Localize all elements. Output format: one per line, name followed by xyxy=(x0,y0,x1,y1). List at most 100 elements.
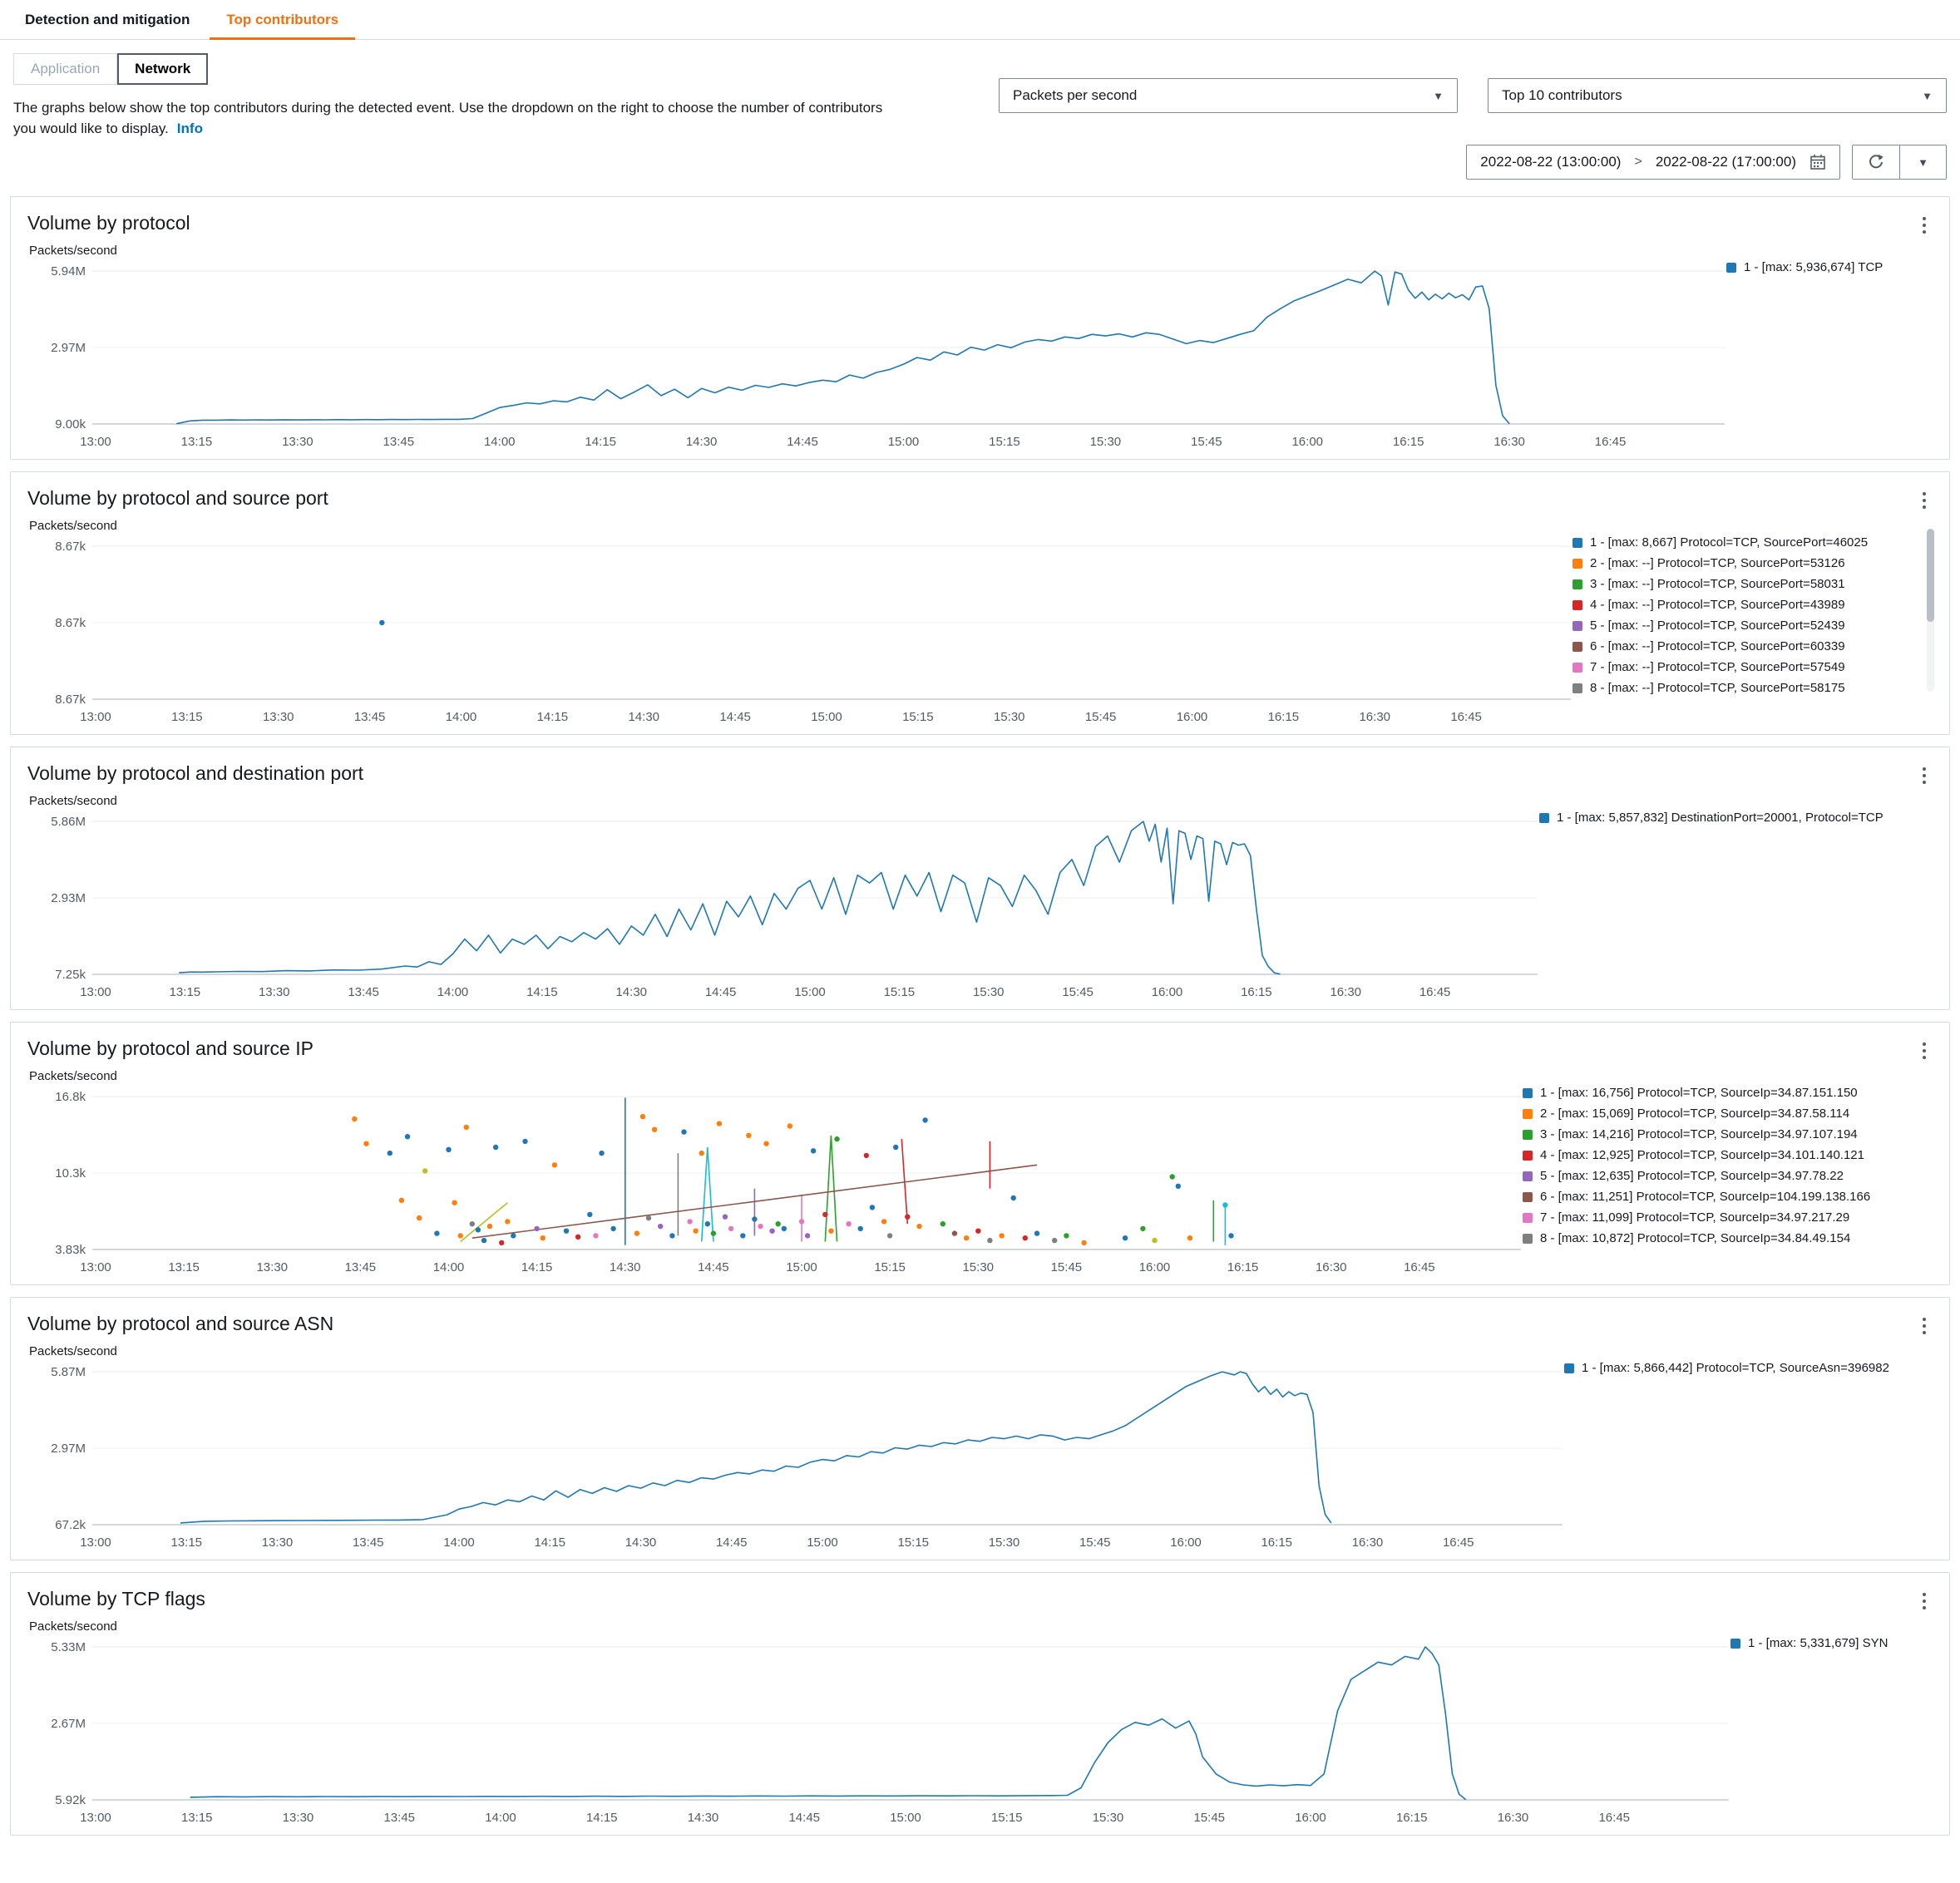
legend-color-swatch xyxy=(1572,599,1582,610)
tab-detection-and-mitigation[interactable]: Detection and mitigation xyxy=(7,0,208,39)
description-text: The graphs below show the top contributo… xyxy=(13,98,895,139)
legend-color-swatch xyxy=(1564,1363,1574,1373)
application-network-segmented-control: Application Network xyxy=(13,53,209,85)
svg-text:14:30: 14:30 xyxy=(686,435,718,449)
legend-item[interactable]: 1 - [max: 16,756] Protocol=TCP, SourceIp… xyxy=(1523,1082,1934,1103)
legend-item[interactable]: 7 - [max: --] Protocol=TCP, SourcePort=5… xyxy=(1572,657,1934,678)
legend-item[interactable]: 6 - [max: 11,251] Protocol=TCP, SourceIp… xyxy=(1523,1186,1934,1207)
legend-item[interactable]: 1 - [max: 5,331,679] SYN xyxy=(1730,1633,1934,1654)
svg-text:14:30: 14:30 xyxy=(625,1535,657,1550)
legend-item[interactable]: 1 - [max: 5,936,674] TCP xyxy=(1726,257,1934,278)
kebab-menu-icon[interactable] xyxy=(1914,1036,1934,1066)
legend-item[interactable]: 8 - [max: --] Protocol=TCP, SourcePort=5… xyxy=(1572,678,1934,698)
legend-color-swatch xyxy=(1523,1212,1533,1223)
legend-item[interactable]: 8 - [max: 10,872] Protocol=TCP, SourceIp… xyxy=(1523,1228,1934,1249)
chart-legend: 1 - [max: 5,866,442] Protocol=TCP, Sourc… xyxy=(1564,1344,1934,1553)
svg-text:14:00: 14:00 xyxy=(433,1260,465,1274)
svg-text:10.3k: 10.3k xyxy=(55,1166,86,1181)
legend-item[interactable]: 5 - [max: --] Protocol=TCP, SourcePort=5… xyxy=(1572,615,1934,636)
chart-canvas[interactable]: 5.33M 2.67M 5.92k 13:00 13:15 13:30 13:45 14:00… xyxy=(26,1635,1730,1828)
svg-text:15:00: 15:00 xyxy=(890,1811,921,1825)
legend-item[interactable]: 1 - [max: 5,866,442] Protocol=TCP, Sourc… xyxy=(1564,1358,1934,1378)
date-range-picker[interactable]: 2022-08-22 (13:00:00) > 2022-08-22 (17:0… xyxy=(1466,145,1840,180)
svg-text:16:00: 16:00 xyxy=(1291,435,1323,449)
legend-label: 4 - [max: --] Protocol=TCP, SourcePort=4… xyxy=(1590,598,1845,612)
svg-text:13:15: 13:15 xyxy=(181,1811,213,1825)
legend-item[interactable]: 3 - [max: --] Protocol=TCP, SourcePort=5… xyxy=(1572,574,1934,594)
legend-label: 7 - [max: 11,099] Protocol=TCP, SourceIp… xyxy=(1540,1210,1850,1225)
refresh-button[interactable] xyxy=(1853,145,1899,179)
svg-text:16:45: 16:45 xyxy=(1595,435,1627,449)
legend-item[interactable]: 2 - [max: 15,069] Protocol=TCP, SourceIp… xyxy=(1523,1103,1934,1124)
svg-text:13:30: 13:30 xyxy=(283,1811,314,1825)
svg-text:14:00: 14:00 xyxy=(484,435,516,449)
svg-text:14:00: 14:00 xyxy=(437,985,469,999)
legend-item[interactable]: 3 - [max: 14,216] Protocol=TCP, SourceIp… xyxy=(1523,1124,1934,1145)
legend-item[interactable]: 7 - [max: 11,099] Protocol=TCP, SourceIp… xyxy=(1523,1207,1934,1228)
legend-item[interactable]: 2 - [max: --] Protocol=TCP, SourcePort=5… xyxy=(1572,553,1934,574)
chart-canvas[interactable]: 5.87M 2.97M 67.2k 13:00 13:15 13:30 13:45 14:00… xyxy=(26,1360,1564,1553)
application-toggle-button[interactable]: Application xyxy=(13,53,118,85)
metric-dropdown[interactable]: Packets per second ▼ xyxy=(999,78,1458,113)
chevron-down-icon: ▼ xyxy=(1433,89,1444,102)
tab-top-contributors[interactable]: Top contributors xyxy=(208,0,357,40)
panel-volume-by-protocol: Volume by protocol Packets/second 5.94M 2… xyxy=(10,196,1950,460)
contributor-count-value: Top 10 contributors xyxy=(1502,87,1622,103)
legend-label: 3 - [max: 14,216] Protocol=TCP, SourceIp… xyxy=(1540,1127,1858,1141)
kebab-menu-icon[interactable] xyxy=(1914,761,1934,791)
svg-text:14:45: 14:45 xyxy=(698,1260,729,1274)
chart-canvas[interactable]: 8.67k 8.67k 8.67k 13:00 13:15 13:30 13:45 14:00… xyxy=(26,535,1572,727)
svg-text:14:30: 14:30 xyxy=(688,1811,719,1825)
svg-text:2.67M: 2.67M xyxy=(51,1717,86,1731)
svg-text:13:00: 13:00 xyxy=(80,1260,111,1274)
refresh-icon xyxy=(1869,154,1883,169)
legend-label: 1 - [max: 8,667] Protocol=TCP, SourcePor… xyxy=(1590,535,1869,550)
svg-text:14:00: 14:00 xyxy=(446,710,477,724)
legend-label: 5 - [max: --] Protocol=TCP, SourcePort=5… xyxy=(1590,619,1845,633)
svg-text:16:30: 16:30 xyxy=(1330,985,1361,999)
contributor-count-dropdown[interactable]: Top 10 contributors ▼ xyxy=(1488,78,1947,113)
svg-text:14:45: 14:45 xyxy=(719,710,751,724)
svg-text:15:15: 15:15 xyxy=(902,710,934,724)
legend-item[interactable]: 6 - [max: --] Protocol=TCP, SourcePort=6… xyxy=(1572,636,1934,657)
tab-bar: Detection and mitigation Top contributor… xyxy=(0,0,1960,40)
kebab-menu-icon[interactable] xyxy=(1914,1586,1934,1616)
svg-text:14:30: 14:30 xyxy=(615,985,647,999)
svg-text:5.87M: 5.87M xyxy=(51,1365,86,1379)
kebab-menu-icon[interactable] xyxy=(1914,1311,1934,1341)
network-toggle-button[interactable]: Network xyxy=(117,53,209,85)
svg-text:2.93M: 2.93M xyxy=(51,891,86,905)
svg-text:8.67k: 8.67k xyxy=(55,616,86,630)
legend-item[interactable]: 1 - [max: 5,857,832] DestinationPort=200… xyxy=(1539,807,1934,828)
svg-text:14:30: 14:30 xyxy=(628,710,659,724)
svg-text:14:00: 14:00 xyxy=(443,1535,475,1550)
kebab-menu-icon[interactable] xyxy=(1914,210,1934,240)
svg-text:13:15: 13:15 xyxy=(171,710,203,724)
legend-color-swatch xyxy=(1539,812,1549,823)
legend-item[interactable]: 5 - [max: 12,635] Protocol=TCP, SourceIp… xyxy=(1523,1166,1934,1186)
date-range-start: 2022-08-22 (13:00:00) xyxy=(1480,154,1622,170)
panel-volume-by-tcp-flags: Volume by TCP flags Packets/second 5.33M… xyxy=(10,1572,1950,1836)
legend-scrollbar[interactable] xyxy=(1927,529,1934,692)
legend-item[interactable]: 4 - [max: 12,925] Protocol=TCP, SourceIp… xyxy=(1523,1145,1934,1166)
svg-text:13:00: 13:00 xyxy=(80,435,111,449)
legend-item[interactable]: 1 - [max: 8,667] Protocol=TCP, SourcePor… xyxy=(1572,532,1934,553)
calendar-icon xyxy=(1810,155,1825,170)
chart-canvas[interactable]: 5.86M 2.93M 7.25k 13:00 13:15 13:30 13:45 14:00… xyxy=(26,810,1539,1003)
svg-text:16:15: 16:15 xyxy=(1268,710,1300,724)
chart-canvas[interactable]: 16.8k 10.3k 3.83k 13:00 13:15 13:30 13:45 14:00… xyxy=(26,1085,1523,1278)
refresh-options-button[interactable]: ▼ xyxy=(1899,145,1946,179)
svg-text:5.86M: 5.86M xyxy=(51,815,86,829)
svg-text:16:00: 16:00 xyxy=(1170,1535,1202,1550)
panel-title: Volume by protocol xyxy=(27,212,190,234)
chart-canvas[interactable]: 5.94M 2.97M 9.00k 13:00 13:15 13:30 13:45 14:00… xyxy=(26,259,1726,452)
info-link[interactable]: Info xyxy=(177,121,203,136)
panel-title: Volume by protocol and source ASN xyxy=(27,1313,334,1334)
legend-label: 7 - [max: --] Protocol=TCP, SourcePort=5… xyxy=(1590,660,1845,674)
legend-color-swatch xyxy=(1523,1108,1533,1119)
metric-dropdown-value: Packets per second xyxy=(1013,87,1138,103)
svg-text:8.67k: 8.67k xyxy=(55,693,86,707)
kebab-menu-icon[interactable] xyxy=(1914,486,1934,515)
legend-item[interactable]: 4 - [max: --] Protocol=TCP, SourcePort=4… xyxy=(1572,594,1934,615)
svg-text:16:15: 16:15 xyxy=(1261,1535,1292,1550)
